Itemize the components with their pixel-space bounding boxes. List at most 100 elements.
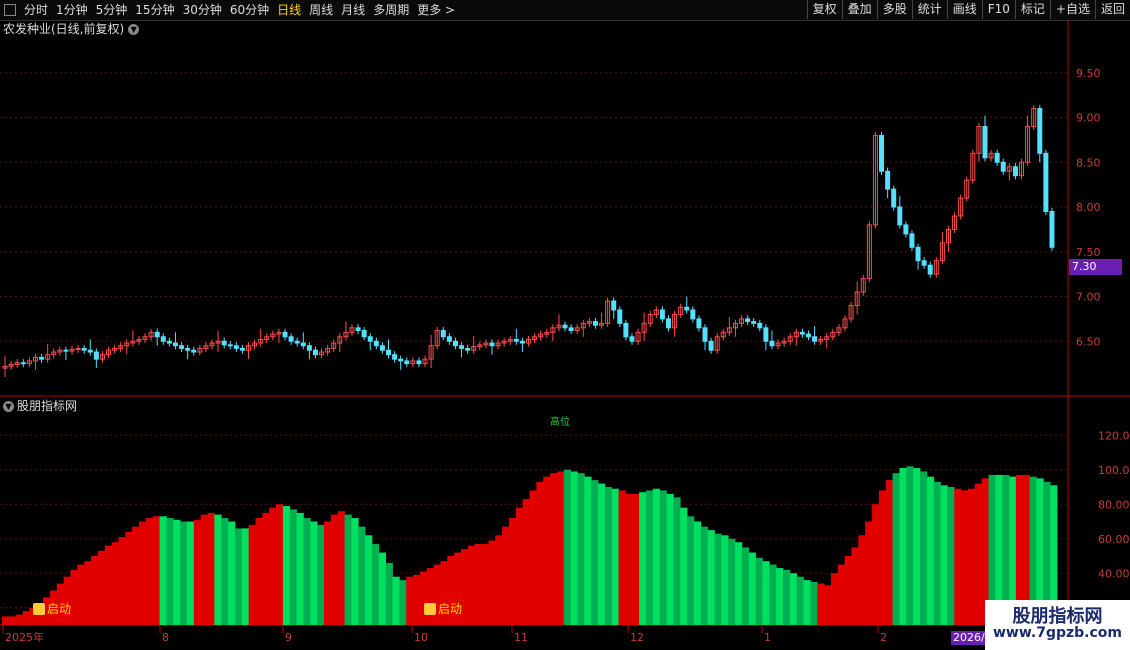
indicator-bar	[508, 518, 517, 625]
candle-body	[154, 331, 160, 338]
signal-start: 启动	[424, 600, 462, 617]
candle-body	[799, 331, 805, 335]
indicator-bar	[755, 557, 763, 625]
indicator-title-bar: ▼ 股朋指标网	[3, 398, 77, 414]
indicator-bar	[234, 528, 243, 625]
indicator-bar	[735, 542, 743, 625]
indicator-bar	[933, 481, 941, 625]
indicator-bar	[872, 504, 880, 625]
candle-body	[617, 309, 623, 324]
candle-body	[489, 342, 495, 347]
indicator-bar	[604, 487, 613, 625]
indicator-bar	[365, 535, 373, 625]
indicator-bar	[330, 514, 339, 625]
indicator-bar	[782, 569, 791, 625]
indicator-bar	[118, 537, 126, 625]
indicator-bar	[967, 488, 976, 625]
indicator-bar	[796, 576, 804, 625]
indicator-bar	[851, 547, 859, 625]
date-tick-label: 10	[414, 631, 428, 644]
indicator-bar	[467, 545, 476, 625]
indicator-bar	[584, 476, 592, 625]
candle-body	[446, 336, 452, 342]
candle-body	[20, 362, 26, 365]
indicator-bar	[947, 487, 955, 625]
indicator-bar	[214, 514, 222, 625]
candle-body	[185, 347, 191, 351]
candle-body	[172, 342, 178, 347]
indicator-bar	[618, 490, 626, 625]
indicator-bar	[556, 471, 565, 625]
indicator-bar	[132, 526, 140, 625]
candle-body	[81, 347, 87, 351]
indicator-tick-label: 40.00	[1098, 567, 1130, 580]
indicator-bar	[824, 585, 832, 625]
indicator-bar	[570, 471, 578, 625]
date-tick-label: 2	[880, 631, 887, 644]
indicator-bar	[310, 521, 318, 625]
indicator-bar	[673, 497, 681, 625]
indicator-bar	[337, 511, 345, 625]
indicator-bar	[899, 468, 907, 625]
indicator-bar	[892, 473, 900, 625]
candle-body	[39, 356, 45, 360]
indicator-bar	[317, 524, 325, 625]
kline-chart[interactable]: 9.50 9.00 8.50 8.00 7.50 7.00 6.50 120.0 100.0 80…	[0, 0, 1130, 650]
indicator-bar	[139, 521, 147, 625]
candle-body	[513, 338, 519, 342]
candle-body	[684, 306, 690, 311]
date-tick-label: 11	[514, 631, 528, 644]
indicator-tick-label: 100.0	[1098, 464, 1130, 477]
candle-body	[708, 340, 714, 351]
candle-body	[416, 360, 422, 365]
indicator-bar	[460, 549, 469, 625]
candle-body	[629, 336, 635, 342]
candle-body	[909, 233, 915, 248]
candle-body	[982, 125, 988, 159]
watermark-url: www.7gpzb.com	[992, 625, 1122, 641]
candle-body	[191, 349, 197, 353]
candle-body	[745, 318, 751, 323]
candle-body	[87, 349, 93, 353]
candle-body	[367, 336, 373, 342]
indicator-bar	[632, 493, 640, 625]
indicator-bar	[961, 490, 969, 625]
indicator-bar	[837, 564, 846, 625]
indicator-bar	[385, 562, 393, 625]
indicator-bar	[495, 535, 503, 625]
candle-body	[1049, 211, 1055, 248]
candle-body	[93, 351, 99, 360]
indicator-bar	[721, 535, 729, 625]
indicator-bar	[276, 504, 284, 625]
candle-body	[288, 336, 294, 342]
candle-body	[568, 327, 574, 332]
indicator-bar	[913, 468, 921, 625]
candle-body	[897, 206, 903, 226]
indicator-bar	[77, 564, 85, 625]
candle-body	[592, 321, 598, 326]
candle-body	[659, 309, 665, 320]
indicator-bar	[91, 556, 99, 625]
candle-body	[282, 331, 288, 338]
candle-body	[160, 336, 166, 342]
candle-body	[994, 152, 1000, 163]
chevron-down-icon[interactable]: ▼	[3, 400, 14, 412]
date-tick-label: 12	[630, 631, 644, 644]
indicator-bar	[70, 569, 78, 625]
indicator-bar	[591, 480, 599, 625]
indicator-bar	[262, 512, 270, 625]
indicator-bar	[207, 512, 215, 625]
indicator-bar	[289, 509, 297, 625]
indicator-bar	[371, 543, 380, 625]
indicator-bar	[125, 531, 133, 625]
candle-body	[690, 309, 696, 320]
candle-body	[763, 327, 769, 342]
indicator-bar	[186, 521, 195, 625]
candle-body	[306, 345, 312, 351]
indicator-bar	[865, 521, 873, 625]
indicator-title: 股朋指标网	[17, 399, 78, 413]
indicator-bar	[762, 561, 770, 625]
indicator-bar	[666, 493, 674, 625]
indicator-tick-label: 120.0	[1098, 429, 1130, 442]
indicator-bar	[577, 473, 585, 625]
